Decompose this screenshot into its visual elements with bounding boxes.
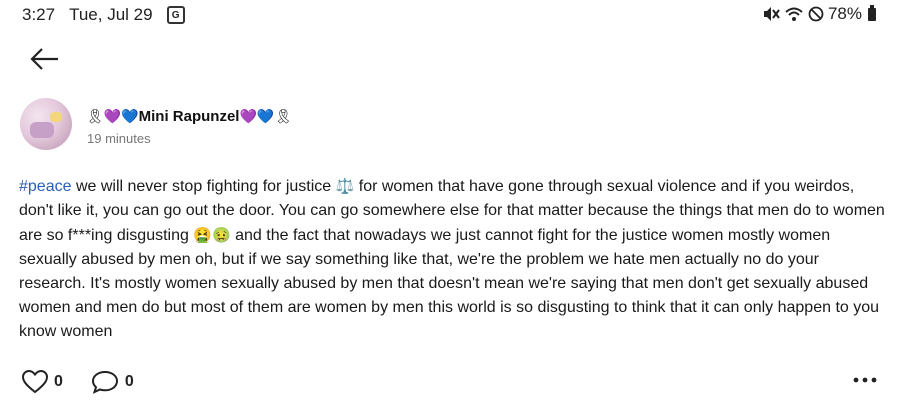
status-date: Tue, Jul 29 — [69, 5, 153, 24]
comment-count: 0 — [124, 373, 134, 390]
post-timestamp: 19 minutes — [87, 131, 151, 146]
do-not-disturb-icon — [808, 6, 824, 22]
author-prefix-emoji: 🎗💜💙 — [86, 108, 139, 125]
status-bar: 3:27 Tue, Jul 29 G 78% — [0, 0, 900, 30]
scales-emoji: ⚖️ — [335, 177, 355, 195]
post-actions: 0 0 — [22, 370, 162, 394]
comment-icon — [91, 370, 118, 394]
author-name-text: Mini Rapunzel — [138, 108, 240, 125]
more-options-button[interactable] — [852, 372, 878, 388]
avatar-image — [30, 122, 54, 138]
mute-icon — [763, 7, 780, 21]
battery-percent: 78% — [827, 4, 862, 23]
author-suffix-emoji: 💜💙🎗 — [239, 108, 293, 125]
like-count: 0 — [54, 373, 63, 390]
wifi-icon — [785, 7, 803, 21]
more-options-icon — [853, 377, 877, 383]
back-button[interactable] — [28, 44, 62, 74]
author-name[interactable]: 🎗💜💙 Mini Rapunzel 💜💙🎗 — [86, 108, 292, 125]
status-right: 78% — [762, 4, 876, 24]
sick-emoji: 🤮🤢 — [193, 226, 231, 244]
status-time: 3:27 — [22, 5, 56, 24]
heart-icon — [22, 370, 48, 394]
comment-button[interactable]: 0 — [91, 370, 134, 394]
status-left: 3:27 Tue, Jul 29 G — [22, 5, 185, 25]
hashtag-link[interactable]: #peace — [19, 178, 72, 195]
battery-icon — [868, 4, 876, 21]
avatar[interactable] — [20, 98, 72, 150]
notification-icon: G — [166, 6, 185, 24]
like-button[interactable]: 0 — [22, 370, 63, 394]
post-text-part1: we will never stop fighting for justice — [71, 178, 336, 195]
avatar-image-detail — [50, 112, 62, 122]
post-body: #peace we will never stop fighting for j… — [19, 174, 889, 344]
arrow-left-icon — [30, 48, 58, 70]
